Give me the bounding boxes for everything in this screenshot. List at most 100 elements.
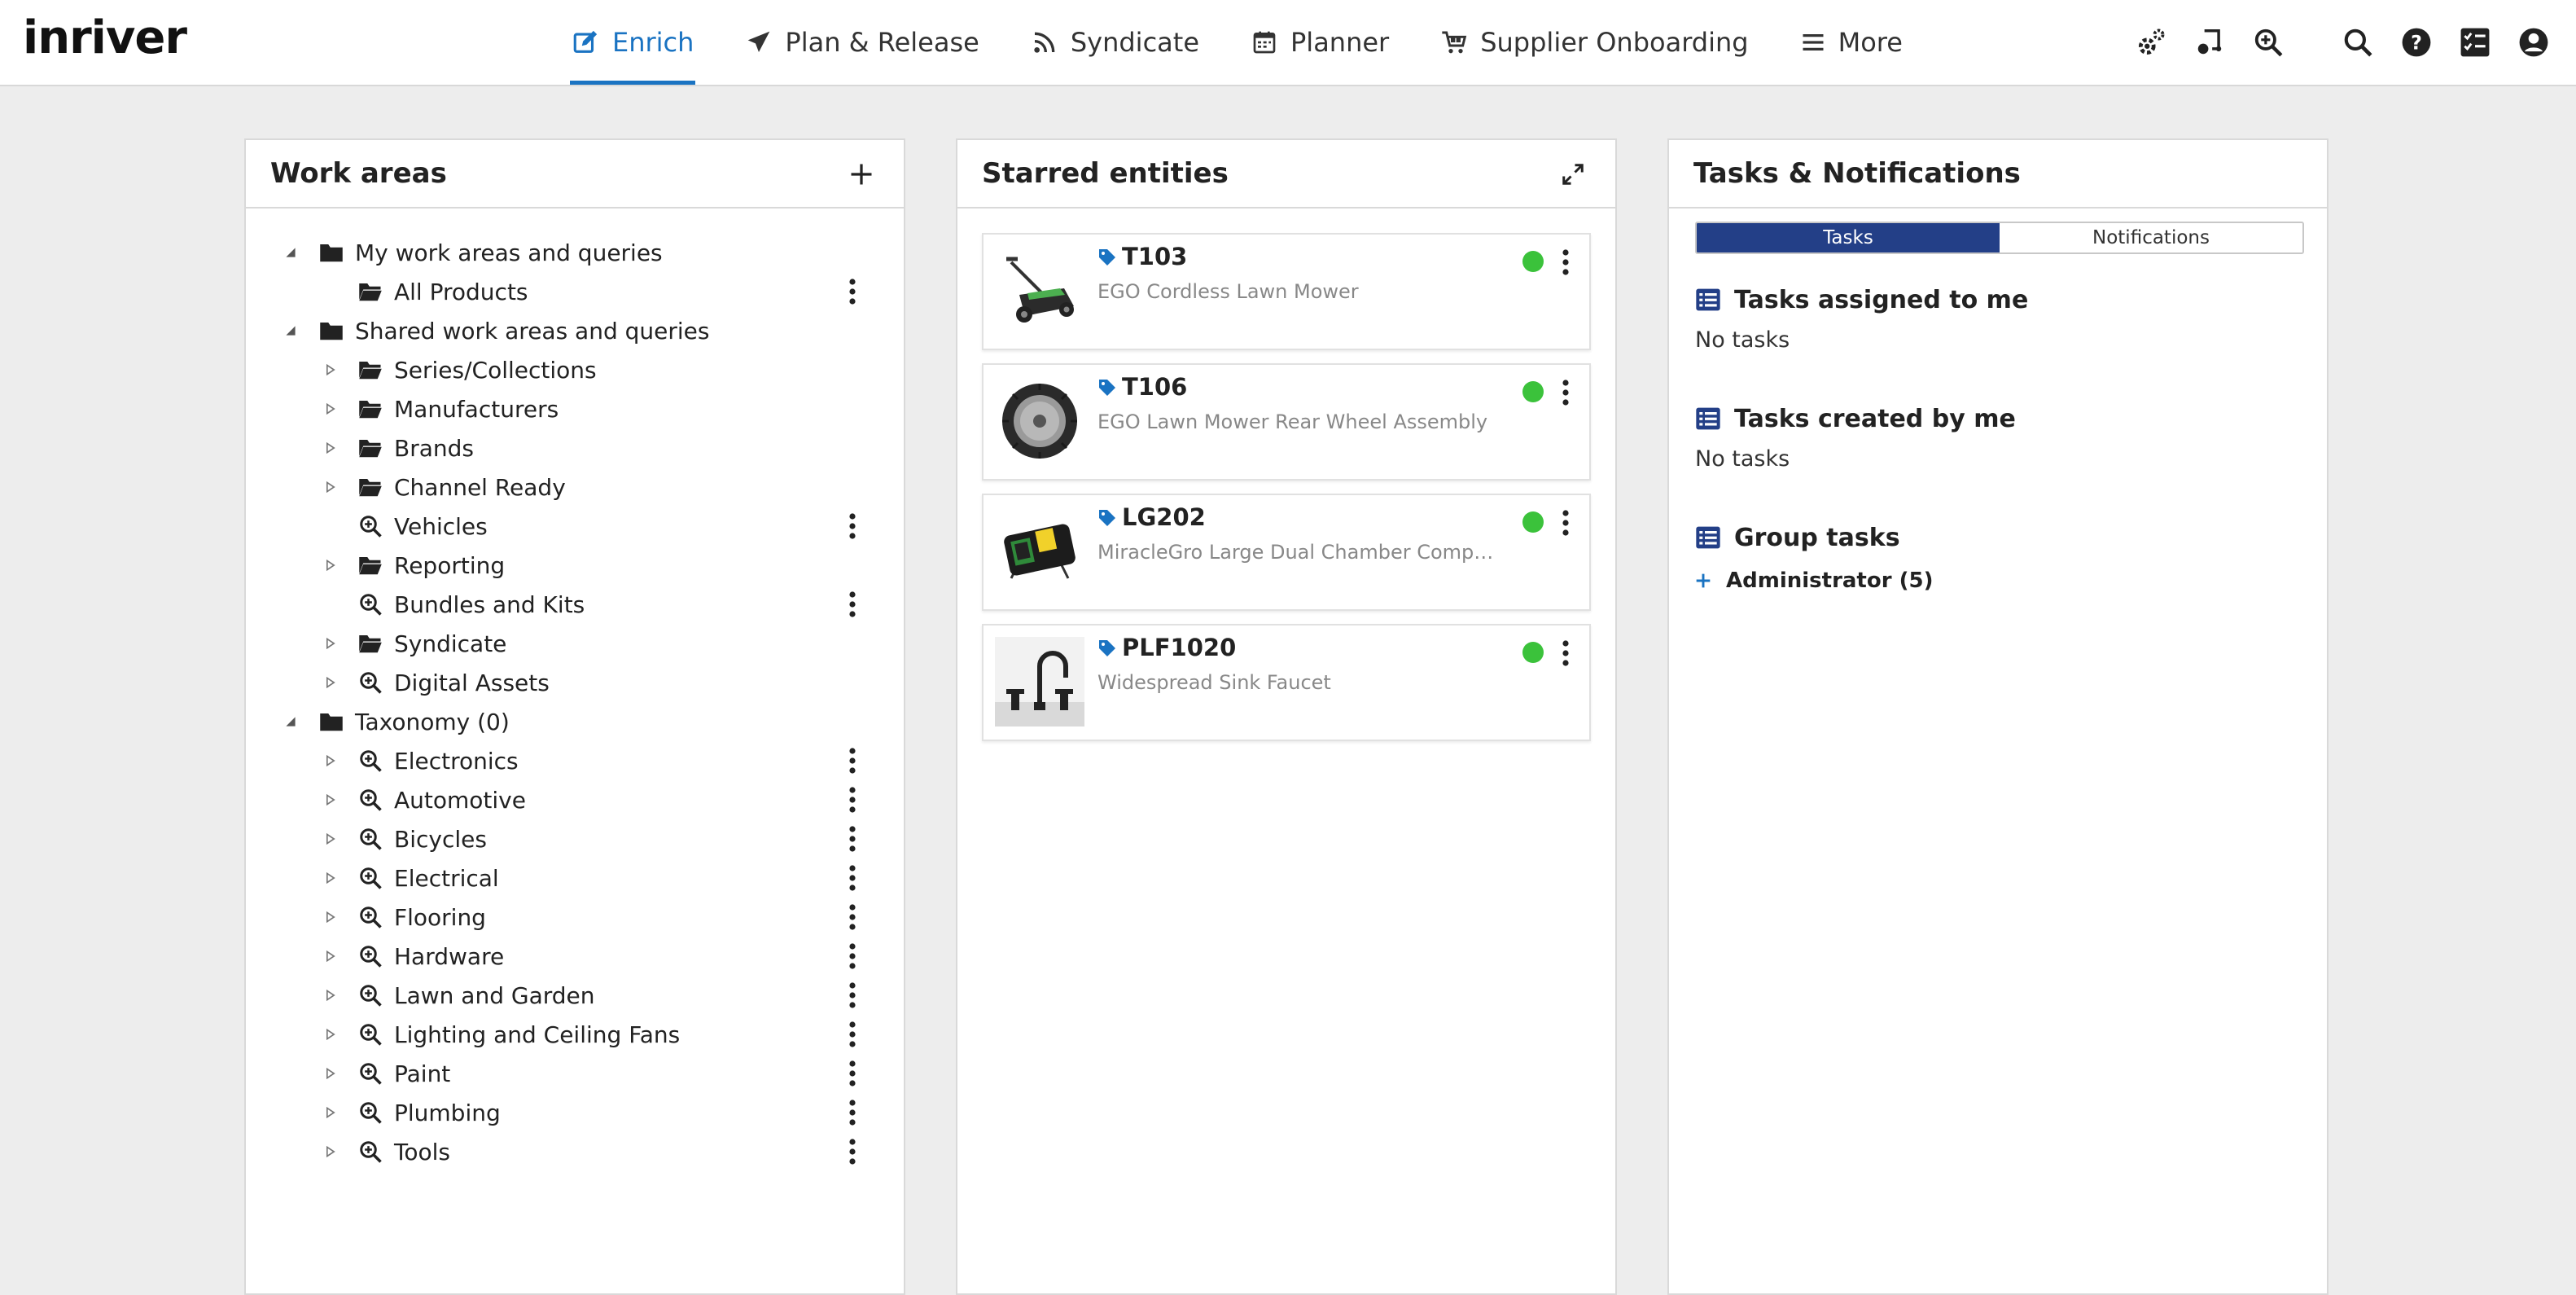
tree-item[interactable]: Automotive — [246, 780, 904, 819]
more-options-icon[interactable] — [840, 1135, 865, 1168]
starred-entity-card[interactable]: LG202 MiracleGro Large Dual Chamber Compo… — [982, 494, 1591, 611]
tree-item[interactable]: Electrical — [246, 858, 904, 898]
more-options-icon[interactable] — [840, 823, 865, 855]
expand-icon[interactable] — [322, 362, 339, 378]
query-icon — [357, 981, 384, 1009]
tree-item[interactable]: Shared work areas and queries — [246, 311, 904, 350]
entity-code[interactable]: PLF1020 — [1122, 634, 1236, 661]
expand-icon[interactable] — [322, 674, 339, 691]
expand-icon[interactable] — [322, 1144, 339, 1160]
tree-item[interactable]: Taxonomy (0) — [246, 702, 904, 741]
tree-item[interactable]: Electronics — [246, 741, 904, 780]
nav-more[interactable]: More — [1799, 0, 1904, 85]
group-item-administrator[interactable]: Administrator (5) — [1695, 568, 1933, 593]
help-button[interactable]: ? — [2399, 24, 2434, 60]
more-options-icon[interactable] — [840, 275, 865, 308]
tree-item[interactable]: Lawn and Garden — [246, 976, 904, 1015]
tree-item[interactable]: Channel Ready — [246, 468, 904, 507]
nav-planner[interactable]: Planner — [1250, 0, 1391, 85]
expand-icon[interactable] — [322, 557, 339, 573]
expand-button[interactable] — [1555, 156, 1591, 192]
tree-item[interactable]: Vehicles — [246, 507, 904, 546]
group-item-label: Administrator (5) — [1726, 568, 1934, 593]
tree-item[interactable]: Reporting — [246, 546, 904, 585]
tree-item[interactable]: Hardware — [246, 937, 904, 976]
more-options-icon[interactable] — [840, 1096, 865, 1129]
collapse-icon[interactable] — [283, 713, 299, 730]
flow-button[interactable] — [2192, 24, 2228, 60]
tree-item[interactable]: Digital Assets — [246, 663, 904, 702]
expand-icon[interactable] — [322, 870, 339, 886]
more-options-icon[interactable] — [840, 588, 865, 621]
nav-supplier-onboarding[interactable]: Supplier Onboarding — [1439, 0, 1750, 85]
expand-icon[interactable] — [322, 1104, 339, 1121]
expand-icon[interactable] — [322, 440, 339, 456]
expand-icon[interactable] — [322, 831, 339, 847]
nav-enrich[interactable]: Enrich — [570, 0, 696, 85]
tree-item[interactable]: All Products — [246, 272, 904, 311]
expand-icon[interactable] — [322, 479, 339, 495]
group-tasks-section: Group tasks Administrator (5) — [1695, 521, 1933, 593]
expand-icon[interactable] — [322, 1026, 339, 1043]
zoom-button[interactable] — [2250, 24, 2286, 60]
send-icon — [748, 31, 770, 52]
more-options-icon[interactable] — [840, 862, 865, 894]
more-options-icon[interactable] — [840, 784, 865, 816]
nav-plan-release[interactable]: Plan & Release — [744, 0, 980, 85]
settings-button[interactable] — [2133, 24, 2169, 60]
more-options-icon[interactable] — [840, 940, 865, 972]
expand-icon[interactable] — [322, 987, 339, 1003]
tree-item[interactable]: Bicycles — [246, 819, 904, 858]
search-button[interactable] — [2340, 24, 2376, 60]
starred-entity-card[interactable]: T103 EGO Cordless Lawn Mower — [982, 233, 1591, 350]
more-options-icon[interactable] — [840, 901, 865, 933]
tree-item-label: Taxonomy (0) — [355, 708, 510, 735]
collapse-icon[interactable] — [283, 244, 299, 261]
app-logo[interactable]: inriver — [23, 11, 187, 64]
more-options-icon[interactable] — [1553, 637, 1578, 669]
entity-code[interactable]: LG202 — [1122, 503, 1206, 531]
nav-label: Plan & Release — [785, 27, 979, 58]
more-options-icon[interactable] — [1553, 376, 1578, 409]
add-work-area-button[interactable] — [843, 156, 879, 192]
more-options-icon[interactable] — [840, 979, 865, 1012]
tree-item[interactable]: Syndicate — [246, 624, 904, 663]
expand-icon[interactable] — [322, 401, 339, 417]
tab-notifications[interactable]: Notifications — [2000, 223, 2302, 252]
starred-entity-card[interactable]: T106 EGO Lawn Mower Rear Wheel Assembly — [982, 363, 1591, 481]
more-options-icon[interactable] — [840, 510, 865, 542]
expand-icon[interactable] — [322, 909, 339, 925]
entity-description: EGO Lawn Mower Rear Wheel Assembly — [1097, 410, 1488, 433]
expand-icon[interactable] — [322, 1065, 339, 1082]
more-options-icon[interactable] — [840, 1018, 865, 1051]
expand-icon[interactable] — [322, 635, 339, 652]
tree-item-label: Flooring — [394, 903, 486, 931]
tree-item[interactable]: Manufacturers — [246, 389, 904, 428]
tree-item[interactable]: Bundles and Kits — [246, 585, 904, 624]
tree-item-label: Paint — [394, 1060, 451, 1087]
tab-tasks[interactable]: Tasks — [1697, 223, 2000, 252]
collapse-icon[interactable] — [283, 323, 299, 339]
more-options-icon[interactable] — [1553, 507, 1578, 539]
tree-item[interactable]: Series/Collections — [246, 350, 904, 389]
tree-item[interactable]: Tools — [246, 1132, 904, 1171]
starred-entity-card[interactable]: PLF1020 Widespread Sink Faucet — [982, 624, 1591, 741]
tree-item[interactable]: Plumbing — [246, 1093, 904, 1132]
expand-icon[interactable] — [322, 948, 339, 964]
more-options-icon[interactable] — [840, 744, 865, 777]
nav-syndicate[interactable]: Syndicate — [1030, 0, 1201, 85]
entity-code[interactable]: T103 — [1122, 243, 1187, 270]
checklist-button[interactable] — [2457, 24, 2493, 60]
folder-open-icon — [357, 356, 384, 384]
user-button[interactable] — [2516, 24, 2552, 60]
expand-icon[interactable] — [322, 792, 339, 808]
expand-icon[interactable] — [322, 753, 339, 769]
more-options-icon[interactable] — [1553, 246, 1578, 279]
more-options-icon[interactable] — [840, 1057, 865, 1090]
tree-item[interactable]: Flooring — [246, 898, 904, 937]
tree-item[interactable]: Brands — [246, 428, 904, 468]
tree-item[interactable]: Paint — [246, 1054, 904, 1093]
tree-item[interactable]: My work areas and queries — [246, 233, 904, 272]
entity-code[interactable]: T106 — [1122, 373, 1187, 401]
tree-item[interactable]: Lighting and Ceiling Fans — [246, 1015, 904, 1054]
